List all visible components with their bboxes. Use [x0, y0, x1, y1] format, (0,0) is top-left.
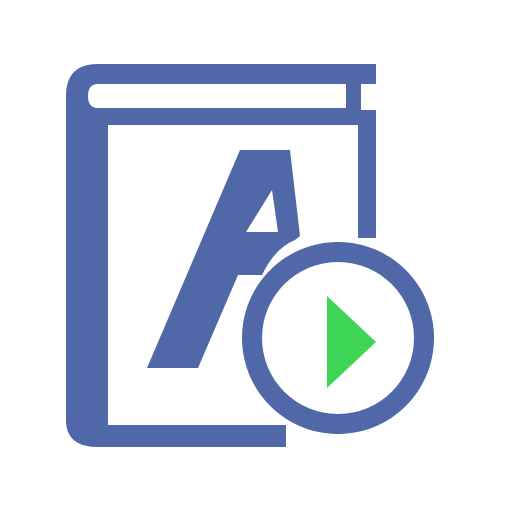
play-button [242, 242, 434, 434]
audio-dictionary-icon [66, 64, 434, 447]
app-icon [0, 0, 512, 512]
